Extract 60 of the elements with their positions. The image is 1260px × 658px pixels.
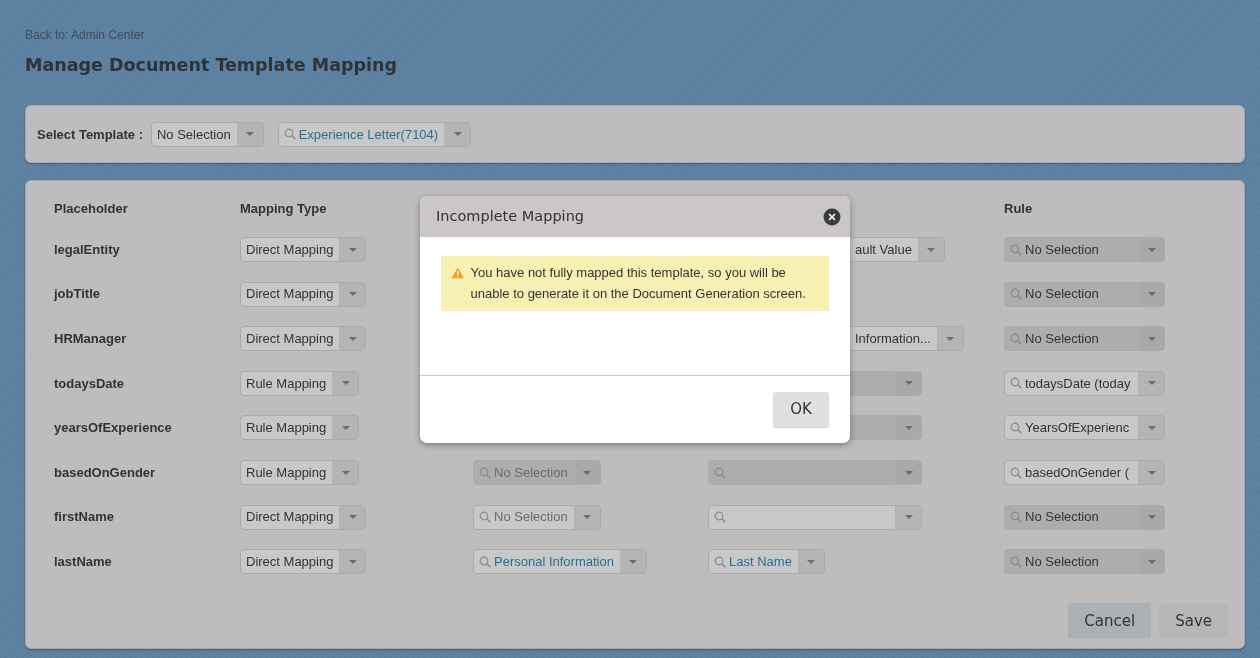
dropdown[interactable]: Rule Mapping — [240, 460, 360, 485]
ok-button[interactable]: OK — [773, 392, 829, 427]
dropdown[interactable]: YearsOfExperienc — [1004, 415, 1165, 441]
placeholder-name: HRManager — [54, 330, 127, 348]
column-header: Placeholder — [54, 201, 128, 217]
caret-icon — [246, 132, 255, 137]
caret-icon — [341, 470, 350, 475]
dialog-title: Incomplete Mapping — [436, 206, 585, 226]
dropdown[interactable]: Direct Mapping — [240, 326, 367, 352]
caret-icon — [807, 559, 816, 564]
caret-icon — [1147, 470, 1156, 475]
caret-icon — [583, 515, 592, 520]
caret-icon — [1147, 336, 1156, 341]
dropdown[interactable]: No Selection — [150, 121, 264, 147]
caret-icon — [904, 470, 913, 475]
caret-icon — [348, 515, 357, 520]
caret-icon — [348, 336, 357, 341]
caret-icon — [904, 515, 913, 520]
placeholder-name: lastName — [54, 552, 112, 571]
caret-icon — [1147, 292, 1156, 297]
caret-icon — [1147, 247, 1156, 252]
caret-icon — [927, 247, 936, 252]
dropdown[interactable]: Direct Mapping — [240, 504, 367, 530]
placeholder-name: firstName — [54, 508, 114, 527]
cancel-button[interactable]: Cancel — [1068, 603, 1152, 639]
caret-icon — [946, 336, 955, 341]
dropdown[interactable]: basedOnGender ( — [1004, 460, 1165, 485]
column-header: Rule — [1004, 201, 1033, 217]
placeholder-name: legalEntity — [54, 240, 120, 259]
dropdown[interactable]: todaysDate (today — [1004, 370, 1165, 396]
caret-icon — [583, 470, 592, 475]
dropdown[interactable] — [708, 504, 922, 530]
dropdown[interactable]: Rule Mapping — [240, 370, 360, 396]
page-title: Manage Document Template Mapping — [25, 54, 399, 77]
caret-icon — [453, 132, 462, 137]
dropdown[interactable]: Rule Mapping — [240, 415, 360, 441]
placeholder-name: yearsOfExperience — [54, 419, 172, 438]
caret-icon — [1147, 515, 1156, 520]
placeholder-name: basedOnGender — [54, 463, 156, 482]
placeholder-name: jobTitle — [54, 285, 100, 304]
column-header: Mapping Type — [240, 201, 327, 217]
caret-icon — [1147, 381, 1156, 386]
close-icon[interactable] — [823, 207, 841, 226]
caret-icon — [348, 559, 357, 564]
caret-icon — [348, 292, 357, 297]
caret-icon — [629, 559, 638, 564]
save-button[interactable]: Save — [1159, 603, 1228, 639]
warning-message: You have not fully mapped this template, so you will be unable to generate it on the Document Generation screen. — [470, 264, 807, 303]
dropdown[interactable]: Direct Mapping — [240, 237, 367, 263]
caret-icon — [1147, 559, 1156, 564]
caret-icon — [904, 425, 913, 430]
dropdown[interactable]: Direct Mapping — [240, 281, 367, 307]
caret-icon — [904, 381, 913, 386]
caret-icon — [1147, 425, 1156, 430]
caret-icon — [341, 425, 350, 430]
caret-icon — [348, 247, 357, 252]
dropdown[interactable]: Direct Mapping — [240, 549, 367, 575]
select-template-label: Select Template : — [37, 125, 143, 144]
placeholder-name: todaysDate — [54, 374, 125, 393]
caret-icon — [341, 381, 350, 386]
